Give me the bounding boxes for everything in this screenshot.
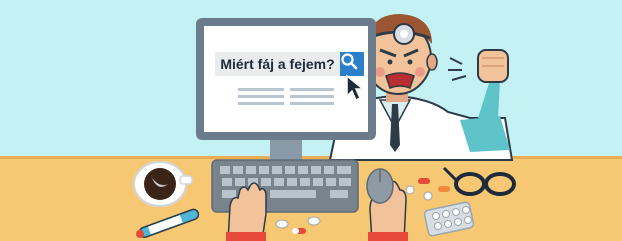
illustration-artwork bbox=[0, 0, 622, 241]
cursor-arrow-icon bbox=[346, 74, 366, 102]
search-button[interactable] bbox=[340, 52, 364, 76]
monitor-stand-neck bbox=[270, 138, 302, 160]
mouse-icon bbox=[366, 168, 394, 204]
illustration-scene: Miért fáj a fejem? bbox=[0, 0, 622, 241]
fist-icon bbox=[477, 49, 509, 83]
monitor-screen bbox=[204, 26, 368, 132]
search-query-text: Miért fáj a fejem? bbox=[220, 56, 335, 72]
magnifier-icon bbox=[341, 53, 358, 70]
search-input[interactable]: Miért fáj a fejem? bbox=[215, 52, 340, 76]
desk-edge bbox=[0, 156, 622, 159]
